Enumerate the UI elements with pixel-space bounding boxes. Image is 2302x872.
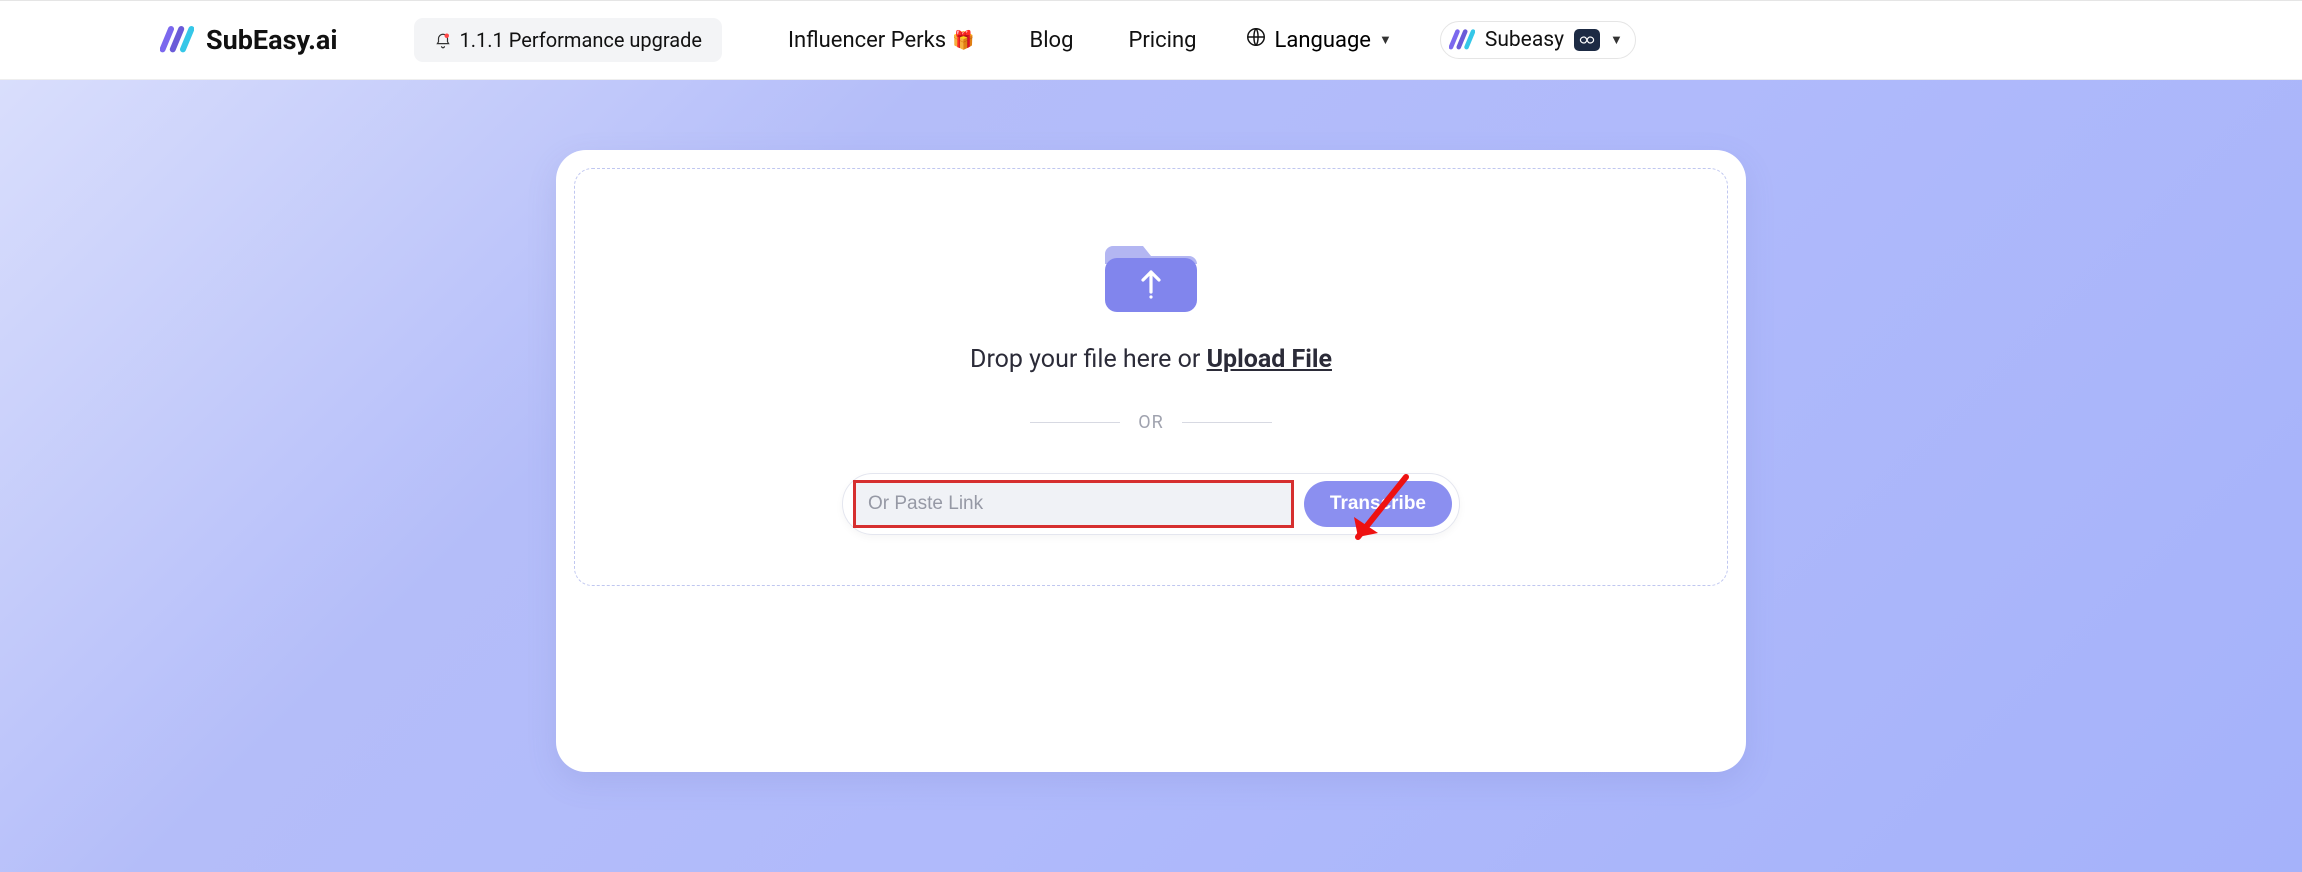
- link-input-row: Transcribe: [842, 473, 1460, 535]
- paste-link-input[interactable]: [853, 480, 1294, 528]
- user-name: Subeasy: [1485, 28, 1564, 52]
- divider-line: [1182, 422, 1272, 423]
- globe-icon: [1245, 26, 1267, 54]
- logo[interactable]: SubEasy.ai: [160, 24, 338, 56]
- upload-file-link[interactable]: Upload File: [1207, 345, 1332, 374]
- chevron-down-icon: ▼: [1610, 32, 1623, 48]
- nav-influencer-perks[interactable]: Influencer Perks 🎁: [788, 28, 974, 53]
- divider-line: [1030, 422, 1120, 423]
- or-divider: OR: [615, 412, 1687, 433]
- announcement-banner[interactable]: 1.1.1 Performance upgrade: [414, 18, 723, 62]
- chevron-down-icon: ▼: [1379, 32, 1392, 48]
- logo-icon: [160, 25, 194, 55]
- bell-icon: [434, 31, 452, 49]
- gift-icon: 🎁: [952, 30, 974, 51]
- language-selector[interactable]: Language ▼: [1245, 26, 1392, 54]
- language-label: Language: [1275, 28, 1371, 53]
- user-logo-icon: [1449, 28, 1475, 52]
- nav-blog[interactable]: Blog: [1030, 28, 1074, 53]
- brand-name: SubEasy.ai: [206, 24, 338, 56]
- upload-card: Drop your file here or Upload File OR Tr…: [556, 150, 1746, 772]
- nav-pricing[interactable]: Pricing: [1128, 28, 1196, 53]
- upload-folder-icon: [1101, 224, 1201, 316]
- user-menu[interactable]: Subeasy ▼: [1440, 21, 1636, 59]
- dropzone[interactable]: Drop your file here or Upload File OR Tr…: [574, 168, 1728, 586]
- header: SubEasy.ai 1.1.1 Performance upgrade Inf…: [0, 0, 2302, 80]
- plan-badge-icon: [1574, 29, 1600, 51]
- nav-influencer-label: Influencer Perks: [788, 28, 946, 53]
- announcement-text: 1.1.1 Performance upgrade: [460, 28, 703, 52]
- hero: Drop your file here or Upload File OR Tr…: [0, 80, 2302, 872]
- or-label: OR: [1138, 412, 1163, 433]
- drop-text: Drop your file here or Upload File: [615, 345, 1687, 374]
- transcribe-button[interactable]: Transcribe: [1304, 481, 1452, 527]
- drop-prefix: Drop your file here or: [970, 345, 1207, 374]
- nav: Influencer Perks 🎁 Blog Pricing: [788, 28, 1196, 53]
